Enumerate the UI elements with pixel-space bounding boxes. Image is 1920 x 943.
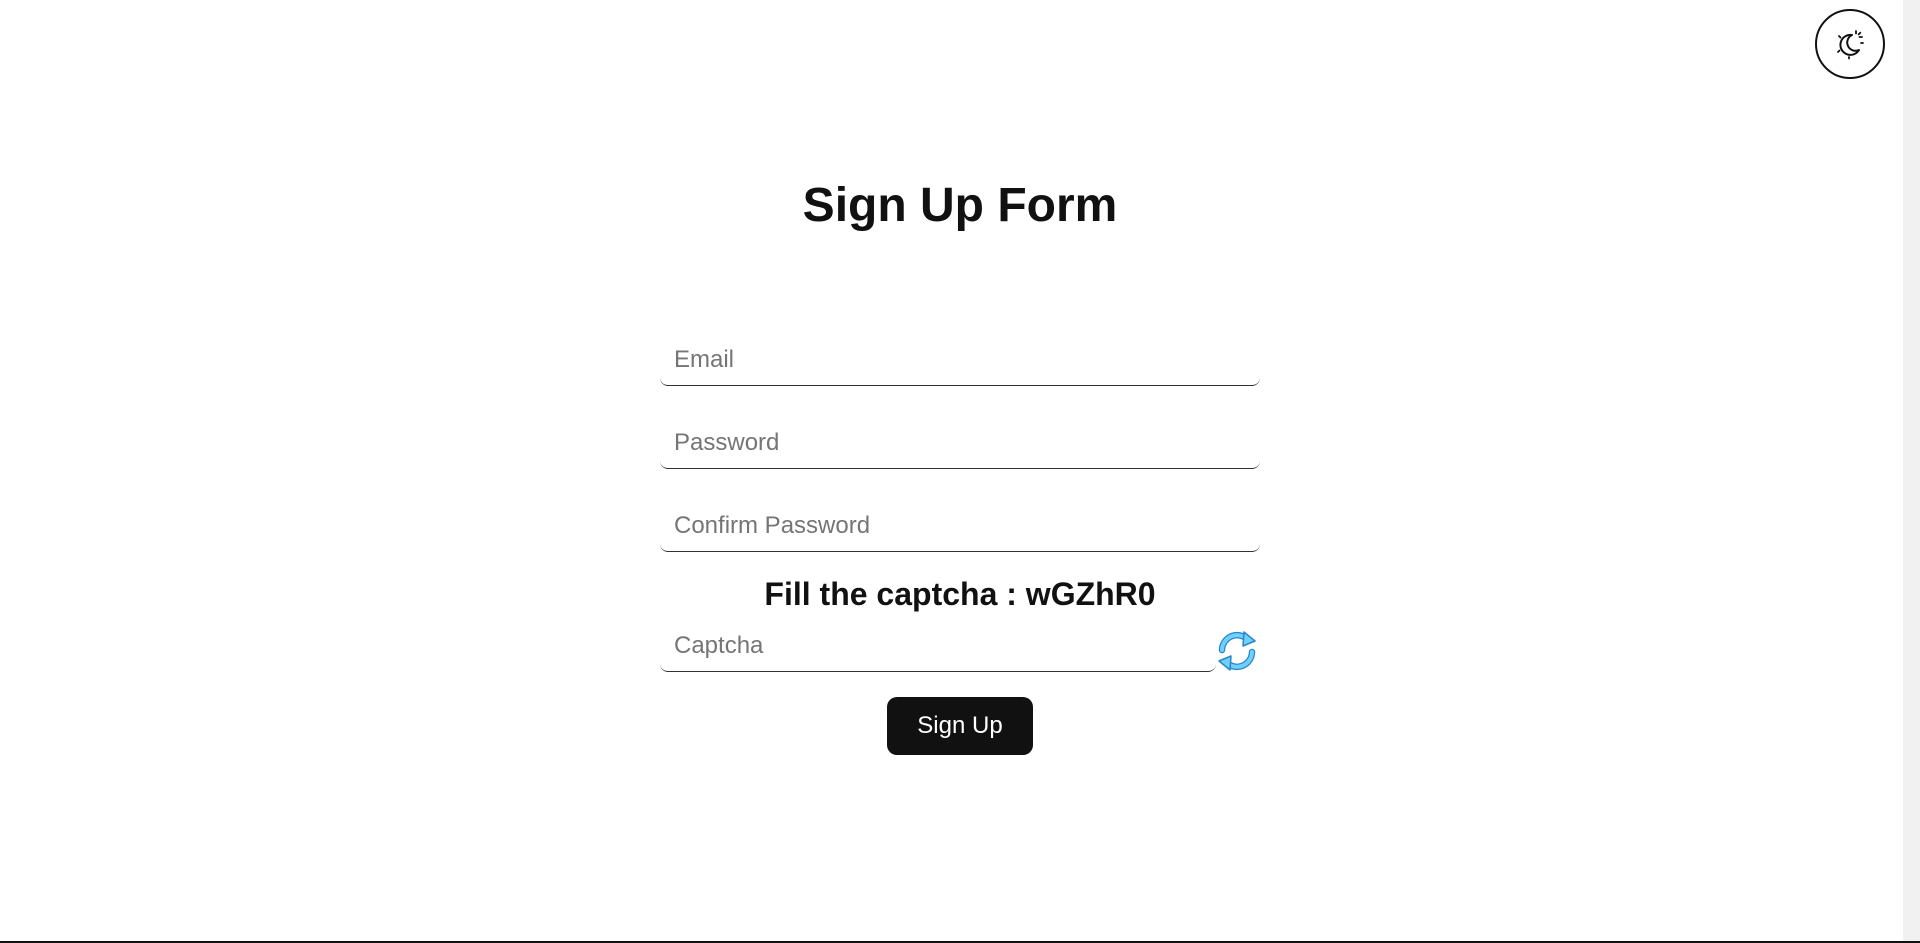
signup-page: Sign Up Form Fill the captcha : wGZhR0 bbox=[0, 0, 1920, 943]
theme-toggle-button[interactable] bbox=[1815, 9, 1885, 79]
captcha-row bbox=[660, 620, 1260, 672]
moon-sun-icon bbox=[1834, 28, 1866, 60]
refresh-captcha-button[interactable] bbox=[1213, 628, 1261, 676]
vertical-scrollbar[interactable] bbox=[1903, 0, 1920, 941]
refresh-icon bbox=[1214, 631, 1260, 677]
captcha-prompt: Fill the captcha : wGZhR0 bbox=[764, 576, 1156, 612]
captcha-field[interactable] bbox=[660, 620, 1216, 672]
confirm-password-field[interactable] bbox=[660, 500, 1260, 552]
page-title: Sign Up Form bbox=[802, 179, 1118, 232]
email-field[interactable] bbox=[660, 334, 1260, 386]
password-field[interactable] bbox=[660, 417, 1260, 469]
sign-up-button[interactable]: Sign Up bbox=[887, 697, 1033, 755]
